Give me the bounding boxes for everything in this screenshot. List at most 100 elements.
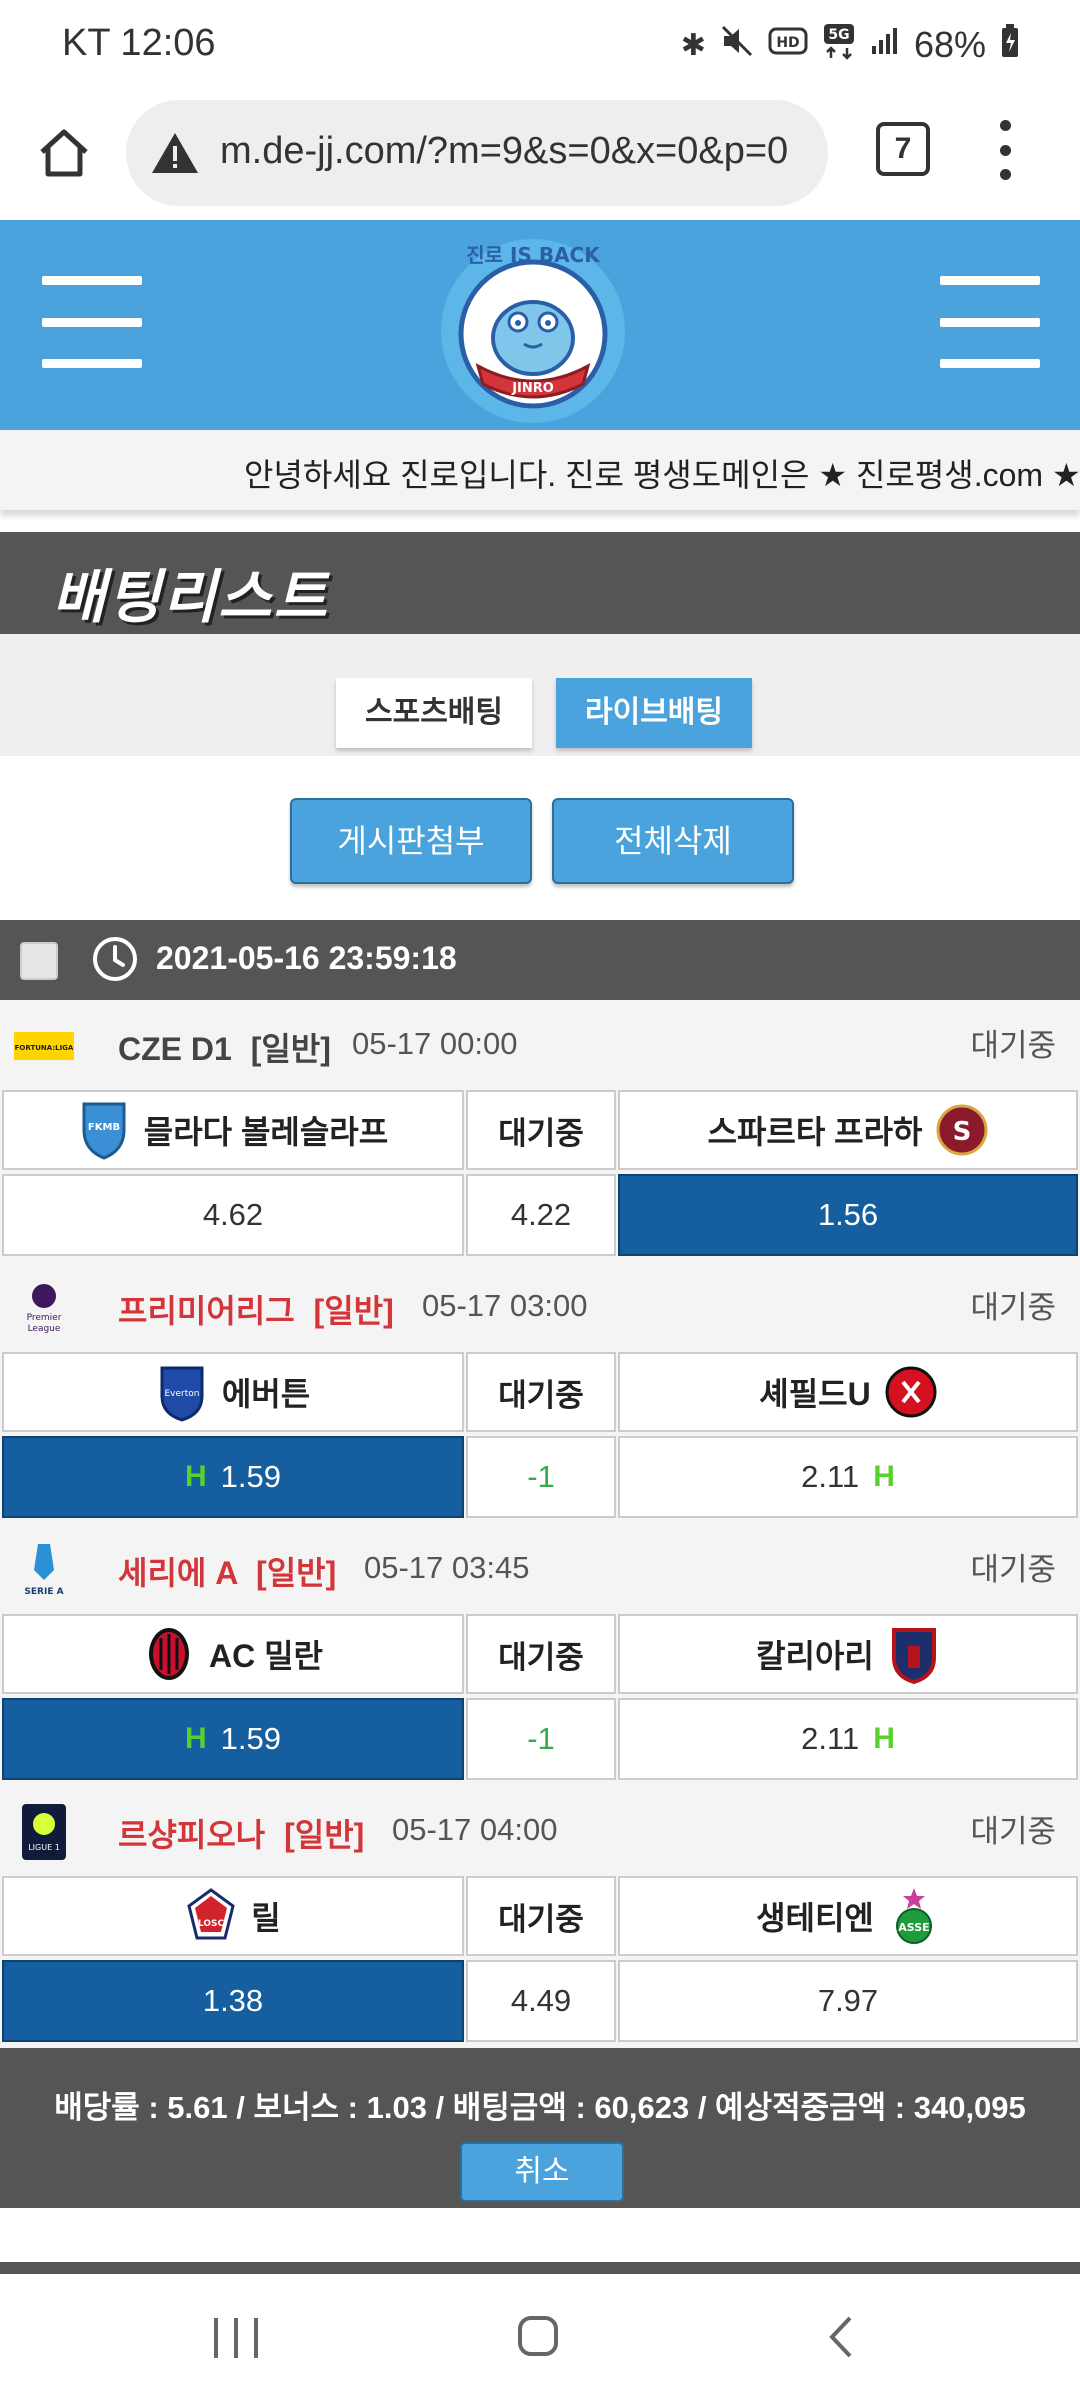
nav-home-icon[interactable] [518,2316,558,2356]
mute-icon [720,24,754,66]
right-menu-icon[interactable] [940,276,1040,368]
more-menu-icon[interactable] [990,120,1020,180]
bet-timestamp: 2021-05-16 23:59:18 [156,940,457,976]
page-title: 배팅리스트 [52,565,329,630]
premier-league-logo-icon: PremierLeague [27,1284,62,1334]
back-icon[interactable] [826,2314,856,2360]
cagliari-crest-icon [891,1628,936,1684]
match-card: SERIE A 세리에 A [일반] 05-17 03:45 대기중 AC 밀란… [0,1524,1080,1786]
left-menu-icon[interactable] [42,276,142,368]
attach-to-board-button[interactable]: 게시판첨부 [290,798,532,884]
match-status: 대기중 [970,1028,1056,1063]
home-team-cell: LOSC 릴 [2,1876,464,1956]
select-checkbox[interactable] [20,942,58,980]
footer-divider [0,2262,1080,2274]
draw-label: 대기중 [498,1115,584,1151]
odds-away-button[interactable]: 7.97 [618,1960,1078,2042]
site-header: JINRO 진로 IS BACK [0,220,1080,430]
draw-cell: 대기중 [466,1090,616,1170]
odds-draw-button[interactable]: 4.49 [466,1960,616,2042]
url-text[interactable]: m.de-jj.com/?m=9&s=0&x=0&p=0 [220,130,788,173]
hd-icon: HD [768,26,808,64]
league-name: 세리에 A [일반] [118,1548,336,1594]
league-name: 르샹피오나 [일반] [118,1810,364,1856]
odds-draw-button[interactable]: 4.22 [466,1174,616,1256]
cancel-button[interactable]: 취소 [460,2142,624,2202]
home-team-cell: Everton 에버튼 [2,1352,464,1432]
odds-draw-button[interactable]: -1 [466,1698,616,1780]
away-team-name: 셰필드U [759,1376,871,1412]
svg-text:FKMB: FKMB [88,1122,120,1133]
lille-crest-icon: LOSC [187,1888,235,1940]
jinro-logo[interactable]: JINRO 진로 IS BACK [428,226,638,426]
tab-live-betting[interactable]: 라이브배팅 [556,678,752,748]
bet-type-tabs: 스포츠배팅 라이브배팅 [0,634,1080,756]
league-label: 세리에 A [118,1555,238,1591]
league-tag: [일반] [284,1817,365,1853]
warning-icon[interactable] [150,130,200,176]
match-card: FORTUNA:LIGA CZE D1 [일반] 05-17 00:00 대기중… [0,1000,1080,1262]
system-nav-bar [0,2274,1080,2400]
tab-sports-betting[interactable]: 스포츠배팅 [336,678,532,748]
league-name: 프리미어리그 [일반] [118,1286,394,1332]
svg-text:LOSC: LOSC [198,1919,225,1929]
url-bar[interactable]: m.de-jj.com/?m=9&s=0&x=0&p=0 [126,100,828,206]
summary-text: 배당률 : 5.61 / 보너스 : 1.03 / 배팅금액 : 60,623 … [54,2090,1026,2125]
mlada-boleslav-crest-icon: FKMB [82,1102,126,1160]
match-status: 대기중 [970,1290,1056,1325]
handicap-mark: H [873,1460,895,1493]
draw-cell: 대기중 [466,1876,616,1956]
svg-text:S: S [953,1117,972,1147]
sparta-praha-crest-icon: S [936,1104,988,1156]
ligue-1-logo-icon: LIGUE 1 [22,1804,66,1860]
svg-text:ASSE: ASSE [898,1921,929,1934]
odds-draw-button[interactable]: -1 [466,1436,616,1518]
league-label: 르샹피오나 [118,1817,266,1853]
battery-icon [1000,23,1020,67]
away-team-cell: 칼리아리 [618,1614,1078,1694]
odds-away-button[interactable]: 1.56 [618,1174,1078,1256]
match-status: 대기중 [970,1814,1056,1849]
clock-icon [93,937,137,981]
match-time: 05-17 00:00 [352,1026,518,1061]
handicap-mark: H [184,1460,207,1493]
match-card: LIGUE 1 르샹피오나 [일반] 05-17 04:00 대기중 LOSC … [0,1786,1080,2048]
svg-text:Everton: Everton [164,1389,199,1399]
odds-home-value: 4.62 [202,1197,264,1232]
odds-away-button[interactable]: 2.11 H [618,1698,1078,1780]
signal-icon [870,26,900,64]
battery-percent: 68% [913,24,986,65]
home-icon[interactable] [28,116,100,188]
away-team-cell: 셰필드U [618,1352,1078,1432]
odds-home-button[interactable]: 4.62 [2,1174,464,1256]
delete-all-button[interactable]: 전체삭제 [552,798,794,884]
handicap-mark: H [873,1722,895,1755]
odds-away-value: 2.11 [801,1721,860,1756]
status-icons: ✱ HD 5G 68% [681,22,1020,68]
match-time: 05-17 04:00 [392,1812,558,1847]
odds-home-button[interactable]: H 1.59 [2,1436,464,1518]
svg-text:JINRO: JINRO [511,381,554,396]
odds-away-button[interactable]: 2.11 H [618,1436,1078,1518]
odds-draw-value: 4.22 [510,1197,572,1232]
odds-home-button[interactable]: 1.38 [2,1960,464,2042]
match-time: 05-17 03:45 [364,1550,530,1585]
svg-text:진로 IS BACK: 진로 IS BACK [466,243,601,267]
svg-text:5G: 5G [828,27,849,43]
svg-text:HD: HD [776,35,799,51]
match-card: Premier League 프리미어리그 [일반] 05-17 03:00 대기… [0,1262,1080,1524]
draw-label: 대기중 [498,1639,584,1675]
5g-icon: 5G [822,22,856,68]
odds-away-value: 2.11 [801,1459,860,1494]
recent-apps-icon[interactable] [214,2318,258,2358]
everton-crest-icon: Everton [160,1366,204,1422]
tab-switcher-button[interactable]: 7 [876,122,930,176]
away-team-cell: 스파르타 프라하 S [618,1090,1078,1170]
sheffield-united-crest-icon [885,1366,937,1418]
home-team-name: AC 밀란 [209,1638,323,1674]
home-team-name: 에버튼 [221,1376,311,1412]
odds-home-button[interactable]: H 1.59 [2,1698,464,1780]
league-label: CZE D1 [118,1031,232,1067]
odds-home-value: 1.38 [202,1983,264,2018]
away-team-cell: 생테티엔 ASSE [618,1876,1078,1956]
